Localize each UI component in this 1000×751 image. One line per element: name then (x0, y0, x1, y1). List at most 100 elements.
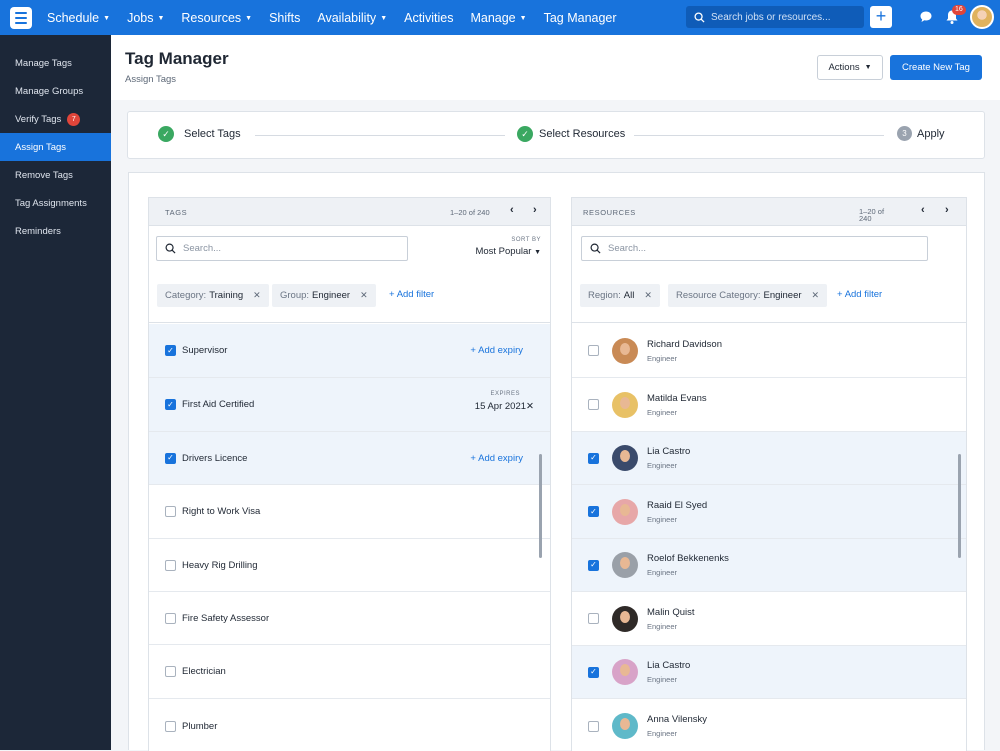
tags-search-input[interactable] (183, 243, 333, 254)
close-icon[interactable]: ✕ (526, 401, 534, 412)
close-icon[interactable]: ✕ (812, 290, 820, 301)
filter-chip-group[interactable]: Group: Engineer ✕ (272, 284, 376, 307)
wizard-steps: ✓ Select Tags ✓ Select Resources 3 Apply (127, 111, 985, 159)
filter-value: Training (209, 290, 244, 301)
nav-jobs[interactable]: Jobs ▼ (127, 11, 164, 25)
resource-row[interactable]: Malin Quist Engineer (572, 592, 966, 646)
checkbox[interactable] (165, 720, 176, 732)
checkbox[interactable] (588, 345, 599, 356)
sidebar-item-manage-groups[interactable]: Manage Groups (0, 77, 111, 105)
tags-panel-title: TAGS (165, 208, 188, 217)
checkbox[interactable] (165, 666, 176, 677)
resources-search-input[interactable] (608, 243, 758, 254)
checkbox-checked[interactable]: ✓ (588, 506, 599, 517)
checkbox-checked[interactable]: ✓ (588, 559, 599, 571)
sidebar-item-assign-tags[interactable]: Assign Tags (0, 133, 111, 161)
resource-row[interactable]: Richard Davidson Engineer (572, 324, 966, 378)
sidebar-item-verify-tags[interactable]: Verify Tags 7 (0, 105, 111, 133)
resource-name: Anna Vilensky (647, 714, 708, 725)
global-search[interactable] (686, 6, 864, 28)
step-label: Apply (917, 127, 945, 140)
nav-label: Shifts (269, 10, 301, 25)
resource-row[interactable]: Anna Vilensky Engineer (572, 699, 966, 751)
resource-role: Engineer (647, 407, 678, 417)
step-select-tags[interactable]: ✓ Select Tags (158, 126, 241, 142)
resource-row[interactable]: Matilda Evans Engineer (572, 378, 966, 432)
tag-row-supervisor[interactable]: ✓ Supervisor + Add expiry (149, 324, 550, 378)
add-filter-link[interactable]: + Add filter (389, 289, 434, 300)
checkbox[interactable] (165, 612, 176, 624)
resource-row[interactable]: ✓ Lia Castro Engineer (572, 646, 966, 699)
actions-dropdown-button[interactable]: Actions ▼ (817, 55, 883, 80)
close-icon[interactable]: ✕ (644, 290, 652, 301)
checkbox[interactable] (588, 613, 599, 624)
filter-chip-resource-category[interactable]: Resource Category: Engineer ✕ (668, 284, 828, 307)
resources-panel-header: RESOURCES 1–20 of 240 ‹ › (572, 198, 966, 226)
checkbox[interactable] (165, 559, 176, 571)
resource-row[interactable]: ✓ Lia Castro Engineer (572, 432, 966, 485)
tag-row-heavy-rig[interactable]: Heavy Rig Drilling (149, 539, 550, 592)
nav-resources[interactable]: Resources ▼ (181, 11, 252, 25)
add-filter-link[interactable]: + Add filter (837, 289, 882, 300)
nav-activities[interactable]: Activities (404, 11, 453, 25)
tag-row-electrician[interactable]: Electrician (149, 645, 550, 699)
nav-schedule[interactable]: Schedule ▼ (47, 11, 110, 25)
tags-scrollbar[interactable] (539, 454, 542, 558)
next-page-icon[interactable]: › (945, 204, 949, 216)
sidebar-item-reminders[interactable]: Reminders (0, 217, 111, 245)
nav-manage[interactable]: Manage ▼ (470, 11, 526, 25)
checkbox-checked[interactable]: ✓ (165, 452, 176, 464)
nav-shifts[interactable]: Shifts (269, 11, 300, 25)
chat-icon[interactable] (919, 10, 933, 24)
checkbox[interactable] (588, 399, 599, 410)
resources-filters: Region: All ✕ Resource Category: Engineer ✕ … (572, 273, 966, 323)
tags-panel: TAGS 1–20 of 240 ‹ › SORT BY Most Popula… (148, 197, 551, 751)
resource-row[interactable]: ✓ Roelof Bekkenenks Engineer (572, 539, 966, 592)
sidebar-item-label: Tag Assignments (15, 197, 87, 209)
resource-row[interactable]: ✓ Raaid El Syed Engineer (572, 485, 966, 539)
prev-page-icon[interactable]: ‹ (510, 204, 514, 216)
tag-row-first-aid[interactable]: ✓ First Aid Certified EXPIRES 15 Apr 202… (149, 378, 550, 432)
checkbox-checked[interactable]: ✓ (588, 452, 599, 464)
tag-row-fire-safety[interactable]: Fire Safety Assessor (149, 592, 550, 645)
tag-row-drivers-licence[interactable]: ✓ Drivers Licence + Add expiry (149, 432, 550, 485)
filter-key: Category: (165, 290, 207, 301)
resources-scrollbar[interactable] (958, 454, 961, 558)
chevron-down-icon: ▼ (534, 249, 541, 256)
checkbox-checked[interactable]: ✓ (165, 399, 176, 410)
nav-tag-manager[interactable]: Tag Manager (544, 11, 617, 25)
checkbox-checked[interactable]: ✓ (165, 345, 176, 356)
filter-value: Engineer (312, 290, 351, 301)
checkbox[interactable] (588, 720, 599, 732)
add-expiry-link[interactable]: + Add expiry (470, 345, 523, 356)
sort-by-dropdown[interactable]: SORT BY Most Popular ▼ (459, 237, 541, 257)
filter-chip-category[interactable]: Category: Training ✕ (157, 284, 269, 307)
app-logo-icon[interactable] (10, 6, 32, 29)
step-select-resources[interactable]: ✓ Select Resources (517, 126, 625, 142)
prev-page-icon[interactable]: ‹ (921, 204, 925, 216)
global-search-input[interactable] (711, 11, 856, 23)
resources-search[interactable] (581, 236, 928, 261)
avatar (612, 391, 638, 418)
add-new-button[interactable]: + (870, 6, 892, 28)
sidebar-item-label: Verify Tags (15, 113, 62, 125)
close-icon[interactable]: ✕ (360, 290, 368, 301)
step-apply[interactable]: 3 Apply (897, 126, 945, 141)
user-avatar[interactable] (970, 5, 994, 29)
filter-chip-region[interactable]: Region: All ✕ (580, 284, 660, 307)
close-icon[interactable]: ✕ (253, 290, 261, 301)
next-page-icon[interactable]: › (533, 204, 537, 216)
checkbox-checked[interactable]: ✓ (588, 666, 599, 678)
nav-label: Activities (404, 10, 454, 25)
nav-availability[interactable]: Availability ▼ (317, 11, 387, 25)
page-subtitle: Assign Tags (125, 74, 177, 85)
tag-row-right-to-work[interactable]: Right to Work Visa (149, 485, 550, 539)
checkbox[interactable] (165, 506, 176, 517)
tag-row-plumber[interactable]: Plumber (149, 699, 550, 751)
sidebar-item-remove-tags[interactable]: Remove Tags (0, 161, 111, 189)
add-expiry-link[interactable]: + Add expiry (470, 453, 523, 464)
create-new-tag-button[interactable]: Create New Tag (890, 55, 982, 80)
sidebar-item-tag-assignments[interactable]: Tag Assignments (0, 189, 111, 217)
tags-search[interactable] (156, 236, 408, 261)
sidebar-item-manage-tags[interactable]: Manage Tags (0, 49, 111, 77)
